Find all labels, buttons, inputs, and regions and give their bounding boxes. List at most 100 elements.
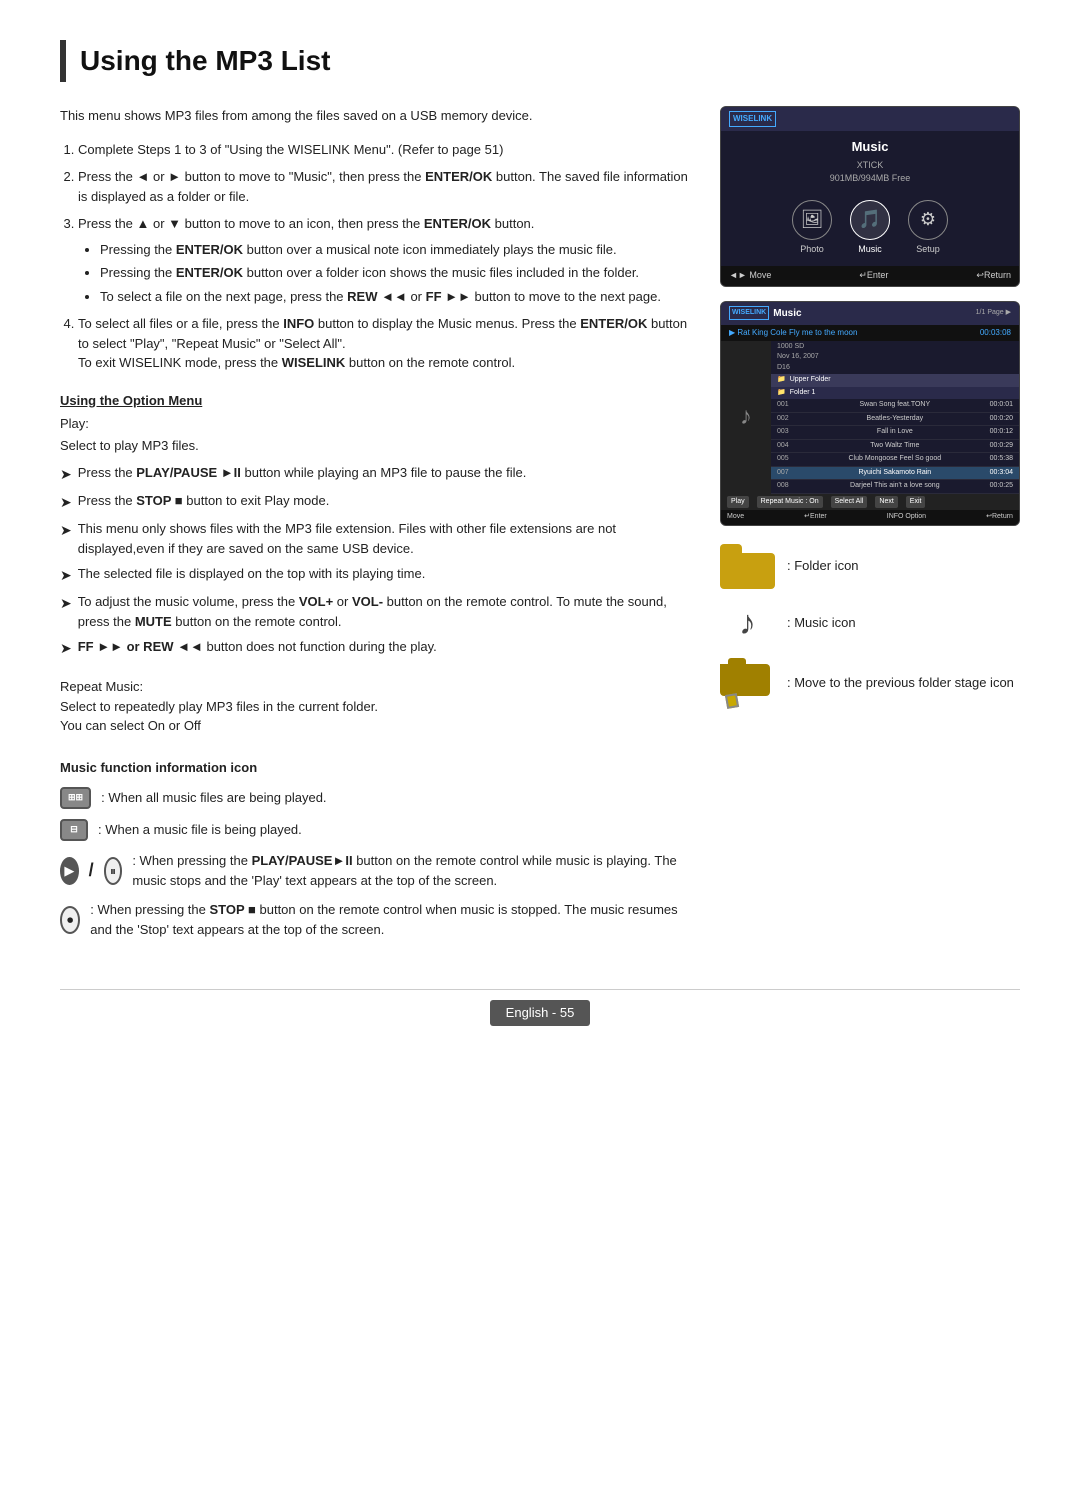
file-003: 003 Fall in Love 00:0:12 — [771, 426, 1019, 440]
file-002-name: Beatles-Yesterday — [867, 414, 924, 425]
music-nav-return: ↩Return — [986, 512, 1013, 523]
music-screen-title: Music — [773, 306, 801, 321]
ui-nav-enter: ↵Enter — [859, 269, 888, 283]
ctrl-selectall: Select All — [831, 496, 868, 509]
step-3-sublist: Pressing the ENTER/OK button over a musi… — [78, 240, 690, 307]
prev-folder-icon-container — [720, 658, 775, 708]
arrow-sym-6: ➤ — [60, 638, 72, 659]
left-column: This menu shows MP3 files from among the… — [60, 106, 690, 949]
play-desc: Select to play MP3 files. — [60, 436, 690, 456]
steps-list: Complete Steps 1 to 3 of "Using the WISE… — [60, 140, 690, 373]
repeat-desc1: Select to repeatedly play MP3 files in t… — [60, 697, 690, 717]
music-nav-move: Move — [727, 512, 744, 523]
ui-icon-setup: ⚙ Setup — [908, 200, 948, 257]
step-3: Press the ▲ or ▼ button to move to an ic… — [78, 214, 690, 306]
file-007: 007 Ryuichi Sakamoto Rain 00:3:04 — [771, 467, 1019, 481]
music-nav-enter: ↵Enter — [804, 512, 827, 523]
icon-play-pause-label: : When pressing the PLAY/PAUSE►II button… — [132, 851, 690, 890]
file-004-name: Two Waltz Time — [870, 441, 919, 452]
music-file-list: 1000 SD Nov 16, 2007 D16 📁 Upper Folder … — [771, 341, 1019, 494]
file-005-name: Club Mongoose Feel So good — [849, 454, 942, 465]
step-4-wiselink: WISELINK — [282, 355, 346, 370]
arrow-sym-1: ➤ — [60, 464, 72, 485]
file-001-name: Swan Song feat.TONY — [859, 400, 930, 411]
option-menu-heading: Using the Option Menu — [60, 391, 690, 411]
folder-icon-label: : Folder icon — [787, 556, 859, 576]
file-005-time: 00:5:38 — [990, 454, 1013, 465]
ui-icon-music-label: Music — [858, 243, 882, 257]
now-playing-time: 00:03:08 — [980, 327, 1011, 339]
volplus-bold: VOL+ — [299, 594, 333, 609]
music-screen-pageinfo: 1/1 Page ▶ — [976, 308, 1011, 319]
page-title: Using the MP3 List — [60, 40, 1020, 82]
arrow-item-3-text: This menu only shows files with the MP3 … — [78, 519, 690, 558]
ui-icon-setup-circle: ⚙ — [908, 200, 948, 240]
file-007-name: Ryuichi Sakamoto Rain — [858, 468, 931, 479]
file-004-time: 00:0:29 — [990, 441, 1013, 452]
date-3: D16 — [777, 363, 1013, 374]
upper-folder-icon-sym: 📁 — [777, 375, 786, 386]
upper-folder-label: Upper Folder — [790, 375, 831, 386]
icon-all-files: ⊞⊞ — [60, 787, 91, 809]
file-003-time: 00:0:12 — [990, 427, 1013, 438]
step-2-text: Press the ◄ or ► button to move to "Musi… — [78, 169, 688, 204]
step-3-sub-2: Pressing the ENTER/OK button over a fold… — [100, 263, 690, 283]
icon-row-single-file: ⊟ : When a music file is being played. — [60, 819, 690, 841]
right-column: WISELINK Music XTICK901MB/994MB Free 🖼 P… — [720, 106, 1020, 949]
slash-separator: / — [89, 857, 94, 884]
step-4-text: To select all files or a file, press the… — [78, 316, 687, 351]
folder-1-icon-sym: 📁 — [777, 388, 786, 399]
icon-stop: ⏺ — [60, 906, 80, 934]
file-005-num: 005 — [777, 454, 797, 465]
playpause-bold: PLAY/PAUSE ►II — [136, 465, 241, 480]
ui-icon-photo-circle: 🖼 — [792, 200, 832, 240]
step-3-sub-1-bold: ENTER/OK — [176, 242, 243, 257]
ui-nav-return: ↩Return — [976, 269, 1011, 283]
step-1-text: Complete Steps 1 to 3 of "Using the WISE… — [78, 142, 503, 157]
music-now-playing: ▶ Rat King Cole Fly me to the moon 00:03… — [721, 325, 1019, 341]
ui-screen-sub-1: XTICK901MB/994MB Free — [721, 159, 1019, 186]
prev-folder-body — [720, 664, 770, 696]
file-008-time: 00:0:25 — [990, 481, 1013, 492]
file-001-time: 00:0:01 — [990, 400, 1013, 411]
file-008-num: 008 — [777, 481, 797, 492]
music-nav-info: INFO Option — [887, 512, 926, 523]
stop-bold: STOP ■ — [136, 493, 182, 508]
music-screen-header: WISELINK Music 1/1 Page ▶ — [721, 302, 1019, 325]
music-note-icon: ♪ — [721, 341, 771, 494]
now-playing-text: ▶ Rat King Cole Fly me to the moon — [729, 327, 857, 339]
music-nav-bar: Move ↵Enter INFO Option ↩Return — [721, 510, 1019, 525]
arrow-item-2: ➤ Press the STOP ■ button to exit Play m… — [60, 491, 690, 513]
file-001-num: 001 — [777, 400, 797, 411]
music-header-left: WISELINK Music — [729, 306, 802, 321]
file-005: 005 Club Mongoose Feel So good 00:5:38 — [771, 453, 1019, 467]
step-3-text: Press the ▲ or ▼ button to move to an ic… — [78, 216, 534, 231]
step-1: Complete Steps 1 to 3 of "Using the WISE… — [78, 140, 690, 160]
ui-icon-photo-label: Photo — [800, 243, 824, 257]
play-pause-func-bold: PLAY/PAUSE►II — [252, 853, 353, 868]
arrow-sym-4: ➤ — [60, 565, 72, 586]
wiselink-logo-1: WISELINK — [729, 111, 776, 127]
step-4-enter: ENTER/OK — [580, 316, 647, 331]
repeat-label: Repeat Music: — [60, 677, 690, 697]
icon-play: ▶ — [60, 857, 79, 885]
arrow-item-1: ➤ Press the PLAY/PAUSE ►II button while … — [60, 463, 690, 485]
file-008-name: Darjeel This ain't a love song — [850, 481, 940, 492]
repeat-section: Repeat Music: Select to repeatedly play … — [60, 677, 690, 736]
mute-bold: MUTE — [135, 614, 172, 629]
footer-badge: English - 55 — [490, 1000, 591, 1026]
music-note-icon-sym: ♪ — [739, 598, 756, 649]
intro-text: This menu shows MP3 files from among the… — [60, 106, 690, 126]
ui-nav-bar-1: ◄► Move ↵Enter ↩Return — [721, 266, 1019, 286]
step-2-bold1: ENTER/OK — [425, 169, 492, 184]
folder-body — [720, 553, 775, 589]
icon-explain-prev-folder: : Move to the previous folder stage icon — [720, 658, 1020, 708]
icon-row-all-files: ⊞⊞ : When all music files are being play… — [60, 787, 690, 809]
arrow-item-6: ➤ FF ►► or REW ◄◄ button does not functi… — [60, 637, 690, 659]
play-label: Play: — [60, 414, 690, 434]
volminus-bold: VOL- — [352, 594, 383, 609]
prev-folder-paper — [725, 693, 739, 709]
content-area: This menu shows MP3 files from among the… — [60, 106, 1020, 949]
icon-all-files-label: : When all music files are being played. — [101, 788, 326, 808]
upper-folder-item: 📁 Upper Folder — [771, 374, 1019, 387]
